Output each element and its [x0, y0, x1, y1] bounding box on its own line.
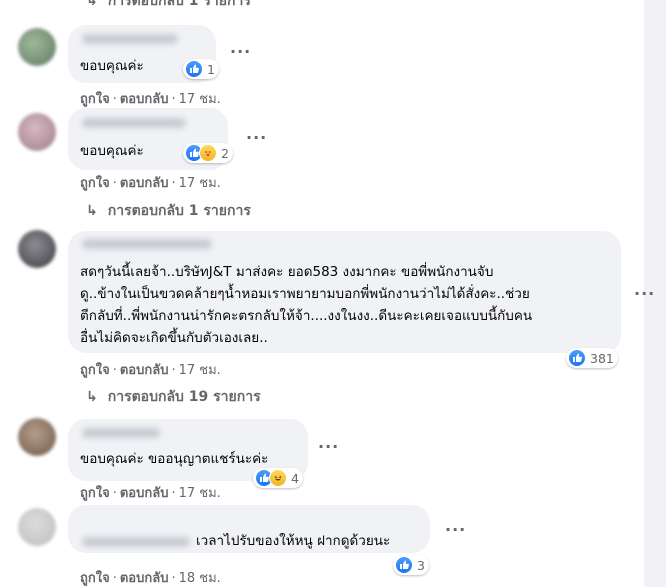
- avatar[interactable]: [18, 508, 56, 546]
- separator: ·: [112, 571, 117, 586]
- comment-actions: ถูกใจ · ตอบกลับ · 17 ชม.: [80, 359, 221, 380]
- view-replies-label: การตอบกลับ 19 รายการ: [107, 389, 261, 405]
- separator: ·: [171, 92, 176, 107]
- haha-icon: [269, 469, 287, 487]
- reply-arrow-icon: ↳: [86, 389, 98, 405]
- reaction-count: 4: [291, 470, 299, 486]
- separator: ·: [171, 363, 176, 378]
- comment-more-options-button[interactable]: ···: [246, 128, 267, 147]
- separator: ·: [171, 571, 176, 586]
- like-action[interactable]: ถูกใจ: [80, 363, 110, 378]
- view-replies-label: การตอบกลับ 1 รายการ: [107, 203, 251, 219]
- timestamp[interactable]: 17 ชม.: [179, 176, 221, 191]
- comment-actions: ถูกใจ · ตอบกลับ · 17 ชม.: [80, 88, 221, 109]
- comment-text-line: ตีกลับที่..พี่พนักงานน่ารักคะตรกลับให้จ้…: [80, 308, 533, 324]
- timestamp[interactable]: 17 ชม.: [179, 486, 221, 501]
- comment-text-line: สดๆวันนี้เลยจ้า..บริษัทJ&T มาส่งคะ ยอด58…: [80, 264, 494, 280]
- separator: ·: [112, 176, 117, 191]
- commenter-name-blurred[interactable]: [82, 428, 160, 438]
- commenter-name-blurred[interactable]: [82, 118, 186, 128]
- separator: ·: [112, 486, 117, 501]
- reply-action[interactable]: ตอบกลับ: [120, 363, 169, 378]
- reaction-count: 2: [221, 145, 229, 161]
- comment-more-options-button[interactable]: ···: [230, 42, 251, 61]
- comment-text-line: ดู..ข้างในเป็นขวดคล้ายๆน้ำหอมเราพยายามบอ…: [80, 286, 530, 302]
- reaction-summary[interactable]: 381: [566, 348, 618, 368]
- commenter-name-blurred[interactable]: [82, 239, 212, 249]
- comment-actions: ถูกใจ · ตอบกลับ · 18 ชม.: [80, 567, 221, 588]
- like-icon: [185, 60, 203, 78]
- comment-more-options-button[interactable]: ···: [634, 284, 655, 303]
- commenter-name-blurred[interactable]: [82, 537, 190, 547]
- avatar[interactable]: [18, 28, 56, 66]
- like-icon: [568, 349, 586, 367]
- comment-text: เวลาไปรับของให้หนู ฝากดูด้วยนะ: [196, 533, 391, 549]
- reaction-count: 1: [207, 61, 215, 77]
- comment-more-options-button[interactable]: ···: [318, 437, 339, 456]
- reply-arrow-icon: ↳: [86, 0, 98, 9]
- comment-text-line: อื่นไม่คิดจะเกิดขึ้นกับตัวเองเลย..: [80, 330, 268, 346]
- timestamp[interactable]: 18 ชม.: [179, 571, 221, 586]
- like-action[interactable]: ถูกใจ: [80, 92, 110, 107]
- timestamp[interactable]: 17 ชม.: [179, 363, 221, 378]
- like-icon: [395, 556, 413, 574]
- reply-action[interactable]: ตอบกลับ: [120, 571, 169, 586]
- reply-arrow-icon: ↳: [86, 203, 98, 219]
- separator: ·: [171, 486, 176, 501]
- care-icon: [199, 144, 217, 162]
- separator: ·: [112, 92, 117, 107]
- comment-more-options-button[interactable]: ···: [445, 520, 466, 539]
- like-action[interactable]: ถูกใจ: [80, 571, 110, 586]
- like-action[interactable]: ถูกใจ: [80, 176, 110, 191]
- reaction-summary[interactable]: 1: [183, 59, 219, 79]
- reply-action[interactable]: ตอบกลับ: [120, 486, 169, 501]
- reaction-summary[interactable]: 2: [183, 143, 233, 163]
- avatar[interactable]: [18, 113, 56, 151]
- reaction-summary[interactable]: 4: [253, 468, 303, 488]
- comment-text: ขอบคุณค่ะ ขออนุญาตแชร์นะค่ะ: [80, 451, 269, 467]
- comment-text: ขอบคุณค่ะ: [80, 58, 144, 74]
- comment-text: ขอบคุณค่ะ: [80, 143, 144, 159]
- comment-actions: ถูกใจ · ตอบกลับ · 17 ชม.: [80, 172, 221, 193]
- avatar[interactable]: [18, 418, 56, 456]
- reply-action[interactable]: ตอบกลับ: [120, 176, 169, 191]
- separator: ·: [171, 176, 176, 191]
- view-replies-link[interactable]: ↳ การตอบกลับ 1 รายการ: [86, 200, 251, 222]
- view-replies-link-top[interactable]: ↳ การตอบกลับ 1 รายการ: [86, 0, 251, 12]
- reaction-count: 3: [417, 557, 425, 573]
- reply-action[interactable]: ตอบกลับ: [120, 92, 169, 107]
- avatar[interactable]: [18, 230, 56, 268]
- separator: ·: [112, 363, 117, 378]
- reaction-count: 381: [590, 350, 614, 366]
- comment-actions: ถูกใจ · ตอบกลับ · 17 ชม.: [80, 482, 221, 503]
- view-replies-link[interactable]: ↳ การตอบกลับ 19 รายการ: [86, 386, 261, 408]
- view-replies-label: การตอบกลับ 1 รายการ: [107, 0, 251, 9]
- like-action[interactable]: ถูกใจ: [80, 486, 110, 501]
- reaction-summary[interactable]: 3: [393, 555, 429, 575]
- timestamp[interactable]: 17 ชม.: [179, 92, 221, 107]
- commenter-name-blurred[interactable]: [82, 34, 178, 44]
